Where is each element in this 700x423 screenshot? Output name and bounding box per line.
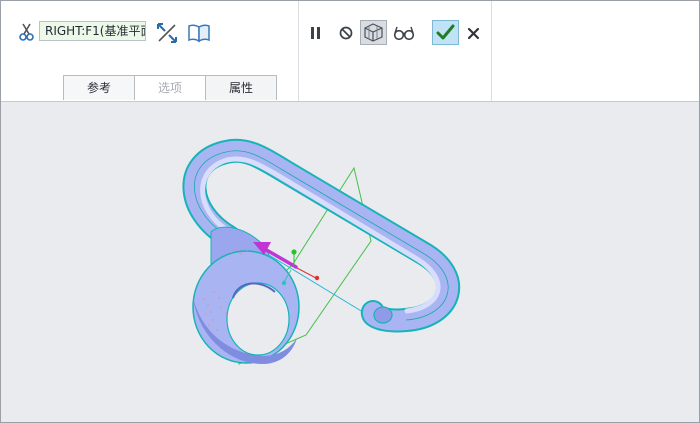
glasses-icon[interactable]	[391, 21, 417, 45]
book-icon[interactable]	[186, 21, 212, 45]
triad-y-point	[291, 249, 297, 255]
tab-properties[interactable]: 属性	[205, 75, 277, 100]
preview-geometry-icon[interactable]	[360, 20, 387, 45]
scissors-icon[interactable]	[17, 22, 37, 42]
dashboard-tabs: 参考 选项 属性	[63, 75, 277, 101]
triad-x-point	[314, 275, 320, 281]
tab-references[interactable]: 参考	[63, 75, 135, 100]
tab-options: 选项	[134, 75, 206, 100]
group-separator	[491, 1, 492, 101]
no-entry-icon[interactable]	[335, 21, 357, 45]
check-icon[interactable]	[432, 20, 459, 45]
reference-field[interactable]: RIGHT:F1(基准平面)	[39, 21, 146, 41]
dashboard-ribbon: RIGHT:F1(基准平面) 参考 选项 属性	[1, 1, 699, 102]
group-separator	[298, 1, 299, 101]
ring-hole	[226, 282, 290, 356]
triad-x	[296, 267, 317, 279]
flip-direction-icon[interactable]	[155, 21, 179, 45]
triad-z-point	[281, 280, 287, 286]
close-icon[interactable]	[463, 21, 485, 45]
model-view	[182, 138, 461, 365]
pause-icon[interactable]	[305, 21, 327, 45]
app-frame: RIGHT:F1(基准平面) 参考 选项 属性	[0, 0, 700, 423]
graphics-viewport[interactable]	[1, 102, 699, 422]
hook-tip	[373, 306, 393, 324]
